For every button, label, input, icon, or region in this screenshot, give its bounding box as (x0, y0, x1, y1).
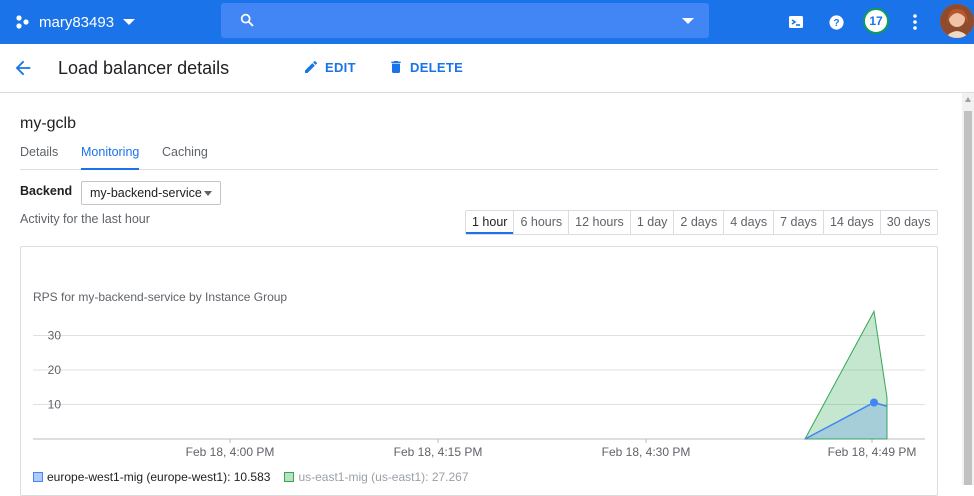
x-tick-label: Feb 18, 4:00 PM (186, 445, 275, 459)
x-tick-label: Feb 18, 4:49 PM (828, 445, 917, 459)
load-balancer-name: my-gclb (20, 115, 77, 132)
notifications-badge[interactable]: 17 (863, 8, 889, 34)
tab-caching[interactable]: Caching (162, 145, 208, 170)
range-4-days[interactable]: 4 days (723, 211, 773, 234)
tab-monitoring[interactable]: Monitoring (81, 145, 140, 170)
chevron-down-icon (123, 19, 136, 25)
avatar[interactable] (940, 4, 974, 38)
delete-label: DELETE (410, 59, 464, 75)
back-arrow-icon[interactable] (12, 57, 34, 84)
legend-item-europe-west1[interactable]: europe-west1-mig (europe-west1): 10.583 (33, 470, 270, 484)
chart-card: RPS for my-backend-service by Instance G… (20, 246, 938, 496)
range-7-days[interactable]: 7 days (773, 211, 823, 234)
scroll-up-icon[interactable] (965, 97, 971, 102)
range-1-hour[interactable]: 1 hour (466, 211, 514, 234)
rps-chart: 30 20 10 Feb 18, 4:00 PM Feb 18, 4:15 PM Feb … (33, 309, 925, 459)
pencil-icon (305, 60, 318, 73)
range-14-days[interactable]: 14 days (822, 211, 880, 234)
backend-select-value: my-backend-service (90, 186, 202, 200)
y-tick-label: 20 (48, 363, 62, 377)
project-selector[interactable]: mary83493 (14, 0, 136, 44)
edit-button[interactable]: EDIT (303, 59, 356, 75)
range-2-days[interactable]: 2 days (673, 211, 723, 234)
hover-point (870, 398, 878, 407)
svg-text:?: ? (833, 18, 839, 29)
y-tick-label: 30 (48, 329, 62, 343)
tab-bar: Details Monitoring Caching (20, 145, 938, 170)
y-tick-label: 10 (48, 398, 62, 412)
legend-label: europe-west1-mig (europe-west1): 10.583 (47, 470, 271, 484)
help-icon[interactable]: ? (824, 10, 848, 34)
legend-item-us-east1[interactable]: us-east1-mig (us-east1): 27.267 (284, 470, 469, 484)
search-icon (240, 13, 254, 27)
time-range-selector: 1 hour 6 hours 12 hours 1 day 2 days 4 d… (465, 210, 938, 235)
page-header: Load balancer details EDIT DELETE (0, 44, 974, 93)
range-12-hours[interactable]: 12 hours (568, 211, 630, 234)
cloud-shell-icon[interactable] (784, 10, 808, 34)
search-input[interactable] (221, 3, 709, 38)
page-title: Load balancer details (58, 58, 230, 78)
range-30-days[interactable]: 30 days (879, 211, 937, 234)
project-name: mary83493 (39, 13, 115, 31)
legend-swatch (284, 472, 295, 482)
main-content: my-gclb Details Monitoring Caching Backe… (0, 93, 962, 496)
legend-swatch (33, 472, 43, 482)
legend-label: us-east1-mig (us-east1): 27.267 (298, 470, 469, 484)
activity-text: Activity for the last hour (20, 212, 150, 226)
search-dropdown-icon[interactable] (682, 18, 694, 24)
notifications-count: 17 (869, 14, 883, 28)
project-dots-icon (16, 15, 29, 29)
x-tick-label: Feb 18, 4:30 PM (602, 445, 691, 459)
delete-button[interactable]: DELETE (388, 59, 463, 75)
tab-details[interactable]: Details (20, 145, 58, 170)
chart-legend: europe-west1-mig (europe-west1): 10.583 … (33, 470, 483, 484)
x-tick-label: Feb 18, 4:15 PM (394, 445, 483, 459)
top-app-bar: mary83493 ? 17 (0, 0, 974, 44)
backend-label: Backend (20, 184, 73, 198)
more-vert-icon[interactable] (903, 10, 927, 34)
vertical-scrollbar[interactable] (962, 93, 974, 485)
backend-select[interactable]: my-backend-service (81, 181, 221, 205)
chevron-down-icon (204, 191, 212, 196)
edit-label: EDIT (325, 59, 356, 75)
scrollbar-thumb[interactable] (964, 111, 972, 485)
range-6-hours[interactable]: 6 hours (513, 211, 568, 234)
trash-icon (391, 61, 401, 73)
range-1-day[interactable]: 1 day (629, 211, 674, 234)
